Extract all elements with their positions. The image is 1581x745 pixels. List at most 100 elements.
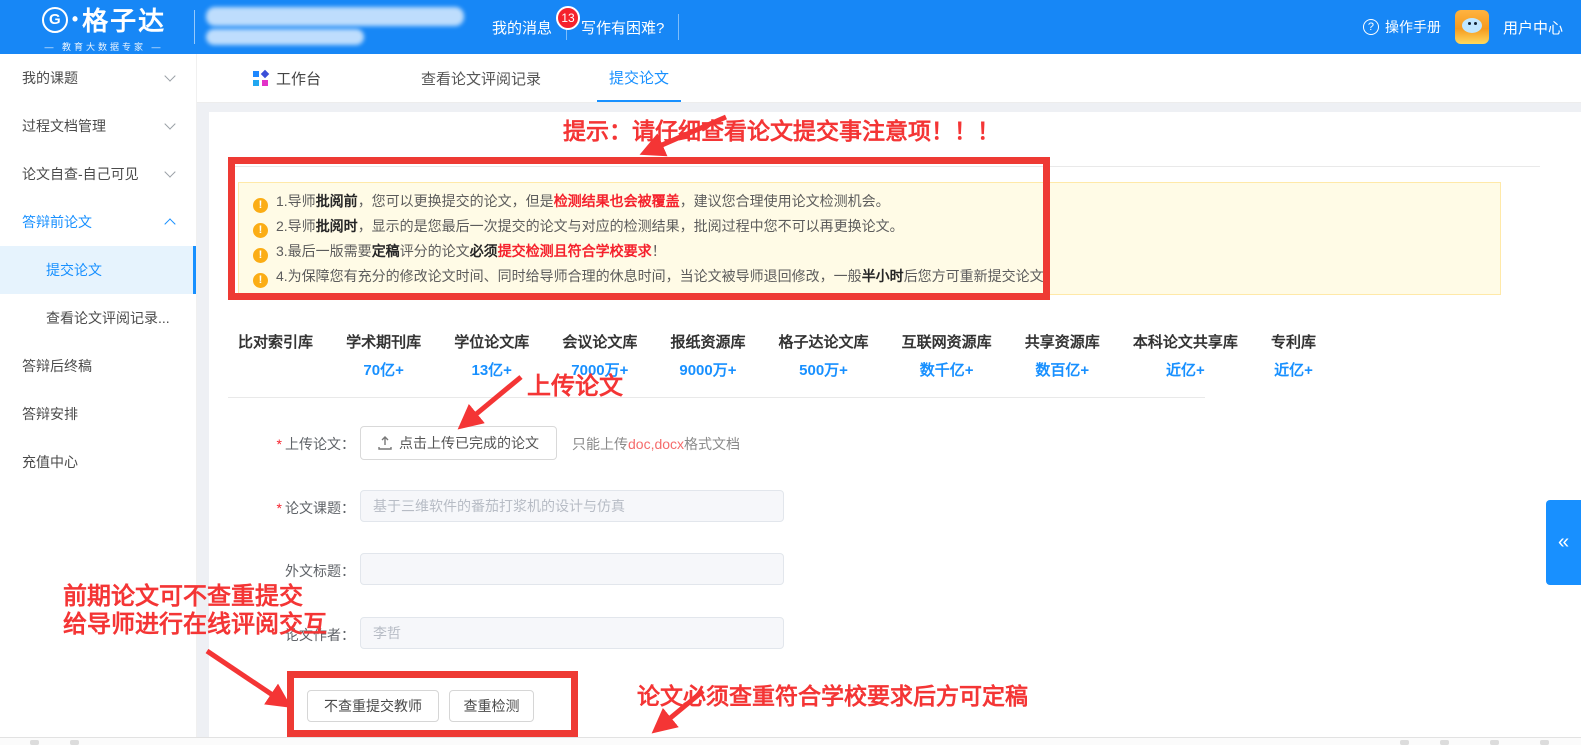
sidebar-item-process-docs[interactable]: 过程文档管理 (0, 102, 196, 150)
sidebar-item-pre-defense[interactable]: 答辩前论文 (0, 198, 196, 246)
notice-list: !1.导师批阅前，您可以更换提交的论文，但是检测结果也会被覆盖，建议您合理使用论… (253, 189, 1486, 289)
avatar[interactable] (1455, 10, 1489, 44)
divider (228, 397, 1205, 398)
upload-format-hint: 只能上传doc,docx格式文档 (572, 434, 740, 454)
sidebar-item-label: 提交论文 (46, 260, 102, 280)
sidebar-item-my-topics[interactable]: 我的课题 (0, 54, 196, 102)
tab-workbench[interactable]: 工作台 (241, 54, 333, 102)
logo-bullet: • (72, 9, 78, 30)
logo-name: 格子达 (82, 1, 166, 38)
workbench-grid-icon (253, 71, 268, 86)
database-stat: 本科论文共享库近亿+ (1133, 331, 1238, 380)
writing-help-link[interactable]: 写作有困难? (567, 17, 678, 38)
annotation-upload-tip: 上传论文 (527, 366, 623, 401)
database-name: 互联网资源库 (902, 331, 992, 352)
database-count: 9000万+ (670, 359, 745, 380)
upload-button-label: 点击上传已完成的论文 (399, 433, 539, 453)
redacted-user-info (206, 7, 464, 26)
database-name: 共享资源库 (1025, 331, 1100, 352)
sidebar-item-label: 我的课题 (22, 68, 78, 88)
database-count: 近亿+ (1133, 359, 1238, 380)
question-circle-icon: ? (1363, 19, 1379, 35)
database-stats-row: 比对索引库学术期刊库70亿+学位论文库13亿+会议论文库7000万+报纸资源库9… (238, 331, 1316, 380)
paper-title-input[interactable] (360, 490, 784, 522)
logo-tagline: — 教育大数据专家 — (44, 40, 163, 53)
notice-item: !4.为保障您有充分的修改论文时间、同时给导师合理的休息时间，当论文被导师退回修… (253, 264, 1486, 289)
database-count: 70亿+ (346, 359, 421, 380)
database-stat: 学位论文库 13亿+ (454, 331, 529, 380)
user-center-link[interactable]: 用户中心 (1503, 17, 1563, 38)
database-count: 500万+ (779, 359, 869, 380)
submit-without-check-button[interactable]: 不查重提交教师 (307, 690, 439, 722)
database-name: 本科论文共享库 (1133, 331, 1238, 352)
warning-icon: ! (253, 248, 268, 263)
database-stat: 格子达论文库 500万+ (779, 331, 869, 380)
database-name: 格子达论文库 (779, 331, 869, 352)
chevron-down-icon (164, 166, 175, 177)
tab-bar: 工作台 查看论文评阅记录 提交论文 (197, 54, 1581, 103)
sidebar-item-label: 答辩后终稿 (22, 356, 92, 376)
annotation-left-tip: 前期论文可不查重提交 给导师进行在线评阅交互 (63, 583, 327, 639)
warning-icon: ! (253, 273, 268, 288)
database-count: 近亿+ (1271, 359, 1316, 380)
paper-author-input[interactable] (360, 617, 784, 649)
warning-icon: ! (253, 198, 268, 213)
manual-label: 操作手册 (1385, 17, 1441, 37)
database-stat: 专利库近亿+ (1271, 331, 1316, 380)
required-mark: * (277, 500, 282, 516)
page: G • 格子达 — 教育大数据专家 — 我的消息 13 写作有困难? ? 操作手… (0, 0, 1581, 745)
sidebar-item-final-draft[interactable]: 答辩后终稿 (0, 342, 196, 390)
logo-mark-icon: G (42, 7, 68, 33)
foreign-title-label: 外文标题： (237, 561, 355, 581)
paper-title-label: *论文课题： (237, 498, 355, 518)
plagiarism-check-button[interactable]: 查重检测 (449, 690, 534, 722)
top-header: G • 格子达 — 教育大数据专家 — 我的消息 13 写作有困难? ? 操作手… (0, 0, 1581, 54)
database-stat: 比对索引库 (238, 331, 313, 380)
database-name: 学位论文库 (454, 331, 529, 352)
sidebar-item-recharge-center[interactable]: 充值中心 (0, 438, 196, 486)
sidebar-item-defense-schedule[interactable]: 答辩安排 (0, 390, 196, 438)
notice-box: !1.导师批阅前，您可以更换提交的论文，但是检测结果也会被覆盖，建议您合理使用论… (238, 182, 1501, 295)
database-stat: 互联网资源库数千亿+ (902, 331, 992, 380)
database-name: 专利库 (1271, 331, 1316, 352)
tab-submit-paper[interactable]: 提交论文 (597, 54, 681, 102)
sidebar-item-submit-paper[interactable]: 提交论文 (0, 246, 196, 294)
divider (228, 166, 1540, 167)
warning-icon: ! (253, 223, 268, 238)
upload-paper-label: *上传论文： (237, 434, 355, 454)
annotation-top-tip: 提示：请仔细查看论文提交事注意项！！！ (563, 112, 1000, 146)
upload-icon (378, 436, 392, 450)
chevron-down-icon (164, 118, 175, 129)
database-name: 会议论文库 (562, 331, 637, 352)
required-mark: * (277, 436, 282, 452)
database-count: 13亿+ (454, 359, 529, 380)
foreign-title-input[interactable] (360, 553, 784, 585)
database-stat: 学术期刊库 70亿+ (346, 331, 421, 380)
panel-collapse-handle[interactable]: « (1546, 500, 1581, 585)
sidebar-item-review-records[interactable]: 查看论文评阅记录... (0, 294, 196, 342)
manual-link[interactable]: ? 操作手册 (1363, 17, 1441, 37)
header-nav: 我的消息 13 写作有困难? (478, 0, 679, 54)
header-separator (678, 14, 679, 40)
database-count: 数千亿+ (902, 359, 992, 380)
my-messages-link[interactable]: 我的消息 13 (478, 17, 566, 38)
sidebar-item-label: 查看论文评阅记录... (46, 308, 170, 328)
notice-item: !2.导师批阅时，显示的是您最后一次提交的论文与对应的检测结果，批阅过程中您不可… (253, 214, 1486, 239)
database-count: 数百亿+ (1025, 359, 1100, 380)
database-stat: 共享资源库数百亿+ (1025, 331, 1100, 380)
my-messages-label: 我的消息 (492, 20, 552, 37)
sidebar-item-label: 答辩安排 (22, 404, 78, 424)
chevron-up-icon (164, 218, 175, 229)
database-name: 比对索引库 (238, 331, 313, 352)
header-right: ? 操作手册 用户中心 (1363, 0, 1563, 54)
tab-review-records[interactable]: 查看论文评阅记录 (409, 54, 553, 102)
notice-item: !1.导师批阅前，您可以更换提交的论文，但是检测结果也会被覆盖，建议您合理使用论… (253, 189, 1486, 214)
sidebar-item-label: 论文自查-自己可见 (22, 164, 139, 184)
header-divider (194, 10, 195, 44)
chevron-down-icon (164, 70, 175, 81)
database-name: 学术期刊库 (346, 331, 421, 352)
sidebar-item-self-check[interactable]: 论文自查-自己可见 (0, 150, 196, 198)
redacted-user-info (206, 29, 364, 45)
app-logo: G • 格子达 — 教育大数据专家 — (20, 1, 188, 53)
upload-paper-button[interactable]: 点击上传已完成的论文 (360, 426, 557, 460)
